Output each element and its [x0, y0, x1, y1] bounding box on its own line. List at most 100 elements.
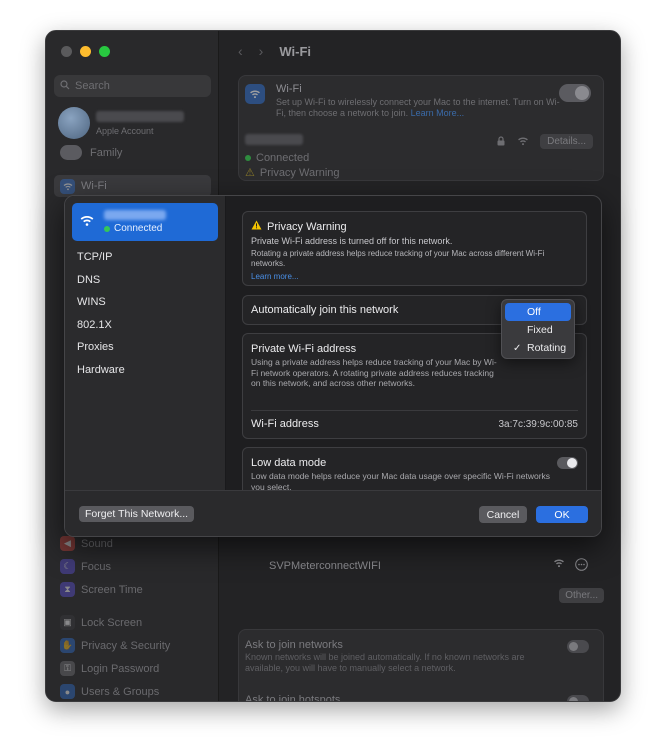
wifi-icon [78, 214, 96, 230]
hand-icon: ✋ [60, 638, 75, 653]
warning-icon: ⚠ [245, 167, 255, 179]
details-button[interactable]: Details... [540, 134, 593, 149]
speaker-icon: ◀ [60, 536, 75, 551]
ok-button[interactable]: OK [536, 506, 588, 523]
sheet-item-8021x[interactable]: 802.1X [77, 314, 125, 337]
private-address-menu: Off Fixed ✓ Rotating [501, 299, 575, 359]
family-row[interactable]: Family [60, 145, 122, 160]
page-title: Wi-Fi [279, 43, 311, 59]
account-subtitle: Apple Account [96, 125, 154, 136]
network-status-text: Connected [114, 223, 163, 234]
ask-networks-title: Ask to join networks [245, 639, 343, 651]
checkmark-icon: ✓ [513, 342, 522, 354]
sidebar-item-focus[interactable]: ☾ Focus [54, 559, 111, 574]
account-row[interactable]: Apple Account [58, 107, 184, 139]
menu-item-off[interactable]: Off [505, 303, 571, 321]
wifi-address-label: Wi-Fi address [251, 418, 319, 430]
sidebar-item-sound[interactable]: ◀ Sound [54, 536, 113, 551]
privacy-warning-title: Privacy Warning [267, 220, 347, 233]
sheet-sidebar: Connected TCP/IP DNS WINS 802.1X Proxies… [65, 196, 226, 536]
warning-icon [251, 220, 262, 233]
menu-item-rotating[interactable]: ✓ Rotating [505, 339, 571, 357]
cancel-button[interactable]: Cancel [479, 506, 527, 523]
wifi-icon [60, 178, 75, 194]
sidebar-item-label: Login Password [81, 662, 160, 675]
sidebar-item-label: Screen Time [81, 583, 143, 596]
search-field[interactable]: Search [54, 75, 211, 97]
sidebar-item-wifi[interactable]: Wi-Fi [54, 175, 211, 197]
learn-more-link[interactable]: Learn More... [411, 108, 465, 118]
traffic-lights [61, 46, 110, 57]
close-window-button[interactable] [61, 46, 72, 57]
wifi-toggle[interactable] [559, 84, 591, 102]
sheet-side-list: TCP/IP DNS WINS 802.1X Proxies Hardware [77, 246, 125, 381]
sidebar-item-lock-screen[interactable]: ▣ Lock Screen [54, 615, 142, 630]
more-icon[interactable] [575, 558, 588, 574]
privacy-warning-line1: Private Wi-Fi address is turned off for … [251, 236, 453, 246]
privacy-warning-text: Privacy Warning [259, 166, 340, 179]
zoom-window-button[interactable] [99, 46, 110, 57]
forward-icon[interactable]: › [259, 43, 264, 59]
toolbar: ‹ › Wi-Fi [238, 43, 311, 59]
sidebar-item-users-groups[interactable]: ● Users & Groups [54, 684, 159, 699]
auto-join-label: Automatically join this network [251, 304, 399, 316]
menu-item-fixed[interactable]: Fixed [505, 321, 571, 339]
known-network-name: SVPMeterconnectWIFI [269, 560, 381, 572]
privacy-warning-line2: Rotating a private address helps reduce … [251, 249, 545, 268]
account-name-redacted [96, 110, 184, 122]
sidebar-item-privacy-security[interactable]: ✋ Privacy & Security [54, 638, 170, 653]
menu-item-label: Rotating [527, 342, 567, 354]
sidebar-item-label: Users & Groups [81, 685, 160, 698]
low-data-box: Low data mode Low data mode helps reduce… [242, 447, 587, 495]
users-icon: ● [60, 684, 75, 699]
low-data-description: Low data mode helps reduce your Mac data… [251, 471, 551, 492]
sheet-item-proxies[interactable]: Proxies [77, 336, 125, 359]
network-name-redacted [245, 134, 303, 145]
low-data-title: Low data mode [251, 457, 327, 469]
ask-networks-toggle[interactable] [567, 640, 589, 653]
learn-more-link[interactable]: Learn more... [251, 272, 578, 281]
sheet-footer: Forget This Network... Cancel OK [65, 490, 601, 536]
minimize-window-button[interactable] [80, 46, 91, 57]
wifi-card-description: Set up Wi-Fi to wirelessly connect your … [276, 97, 561, 119]
sidebar-item-label: Focus [81, 560, 111, 573]
ask-networks-description: Known networks will be joined automatica… [245, 652, 525, 673]
sheet-item-tcpip[interactable]: TCP/IP [77, 246, 125, 269]
back-icon[interactable]: ‹ [238, 43, 243, 59]
known-network-icons [553, 558, 588, 574]
footer-right: Cancel OK [227, 491, 601, 536]
sidebar-item-label: Privacy & Security [81, 639, 171, 652]
wifi-card-title: Wi-Fi [276, 83, 302, 95]
connection-status-text: Connected [256, 152, 310, 164]
sheet-item-hardware[interactable]: Hardware [77, 359, 125, 382]
sheet-item-dns[interactable]: DNS [77, 269, 125, 292]
wifi-card: Wi-Fi Set up Wi-Fi to wirelessly connect… [238, 75, 604, 181]
wifi-strength-icon [517, 136, 529, 149]
sidebar-item-screen-time[interactable]: ⧗ Screen Time [54, 582, 143, 597]
other-network-button[interactable]: Other... [559, 588, 604, 603]
sheet-content: Privacy Warning Private Wi-Fi address is… [227, 196, 601, 536]
ask-hotspots-toggle[interactable] [567, 695, 589, 701]
hourglass-icon: ⧗ [60, 582, 75, 597]
avatar [58, 107, 90, 139]
menu-item-label: Fixed [527, 324, 553, 336]
lock-icon [497, 136, 505, 149]
divider [251, 410, 578, 411]
lock-screen-icon: ▣ [60, 615, 75, 630]
search-placeholder: Search [75, 80, 110, 92]
sidebar-item-login-password[interactable]: ⚿ Login Password [54, 661, 159, 676]
sheet-item-wins[interactable]: WINS [77, 291, 125, 314]
privacy-warning-row: ⚠ Privacy Warning [245, 166, 340, 180]
network-details-sheet: Connected TCP/IP DNS WINS 802.1X Proxies… [64, 195, 602, 537]
known-network-row[interactable]: SVPMeterconnectWIFI [238, 551, 604, 581]
network-status: Connected [104, 223, 166, 234]
low-data-toggle[interactable] [557, 457, 578, 469]
sidebar-item-label: Lock Screen [81, 616, 143, 629]
forget-network-button[interactable]: Forget This Network... [79, 506, 195, 522]
wifi-strength-icon [553, 558, 565, 574]
connected-dot-icon [104, 225, 110, 232]
ask-hotspots-title: Ask to join hotspots [245, 694, 341, 702]
family-avatars [60, 145, 82, 160]
sheet-network-item[interactable]: Connected [72, 203, 218, 241]
key-icon: ⚿ [60, 661, 75, 676]
